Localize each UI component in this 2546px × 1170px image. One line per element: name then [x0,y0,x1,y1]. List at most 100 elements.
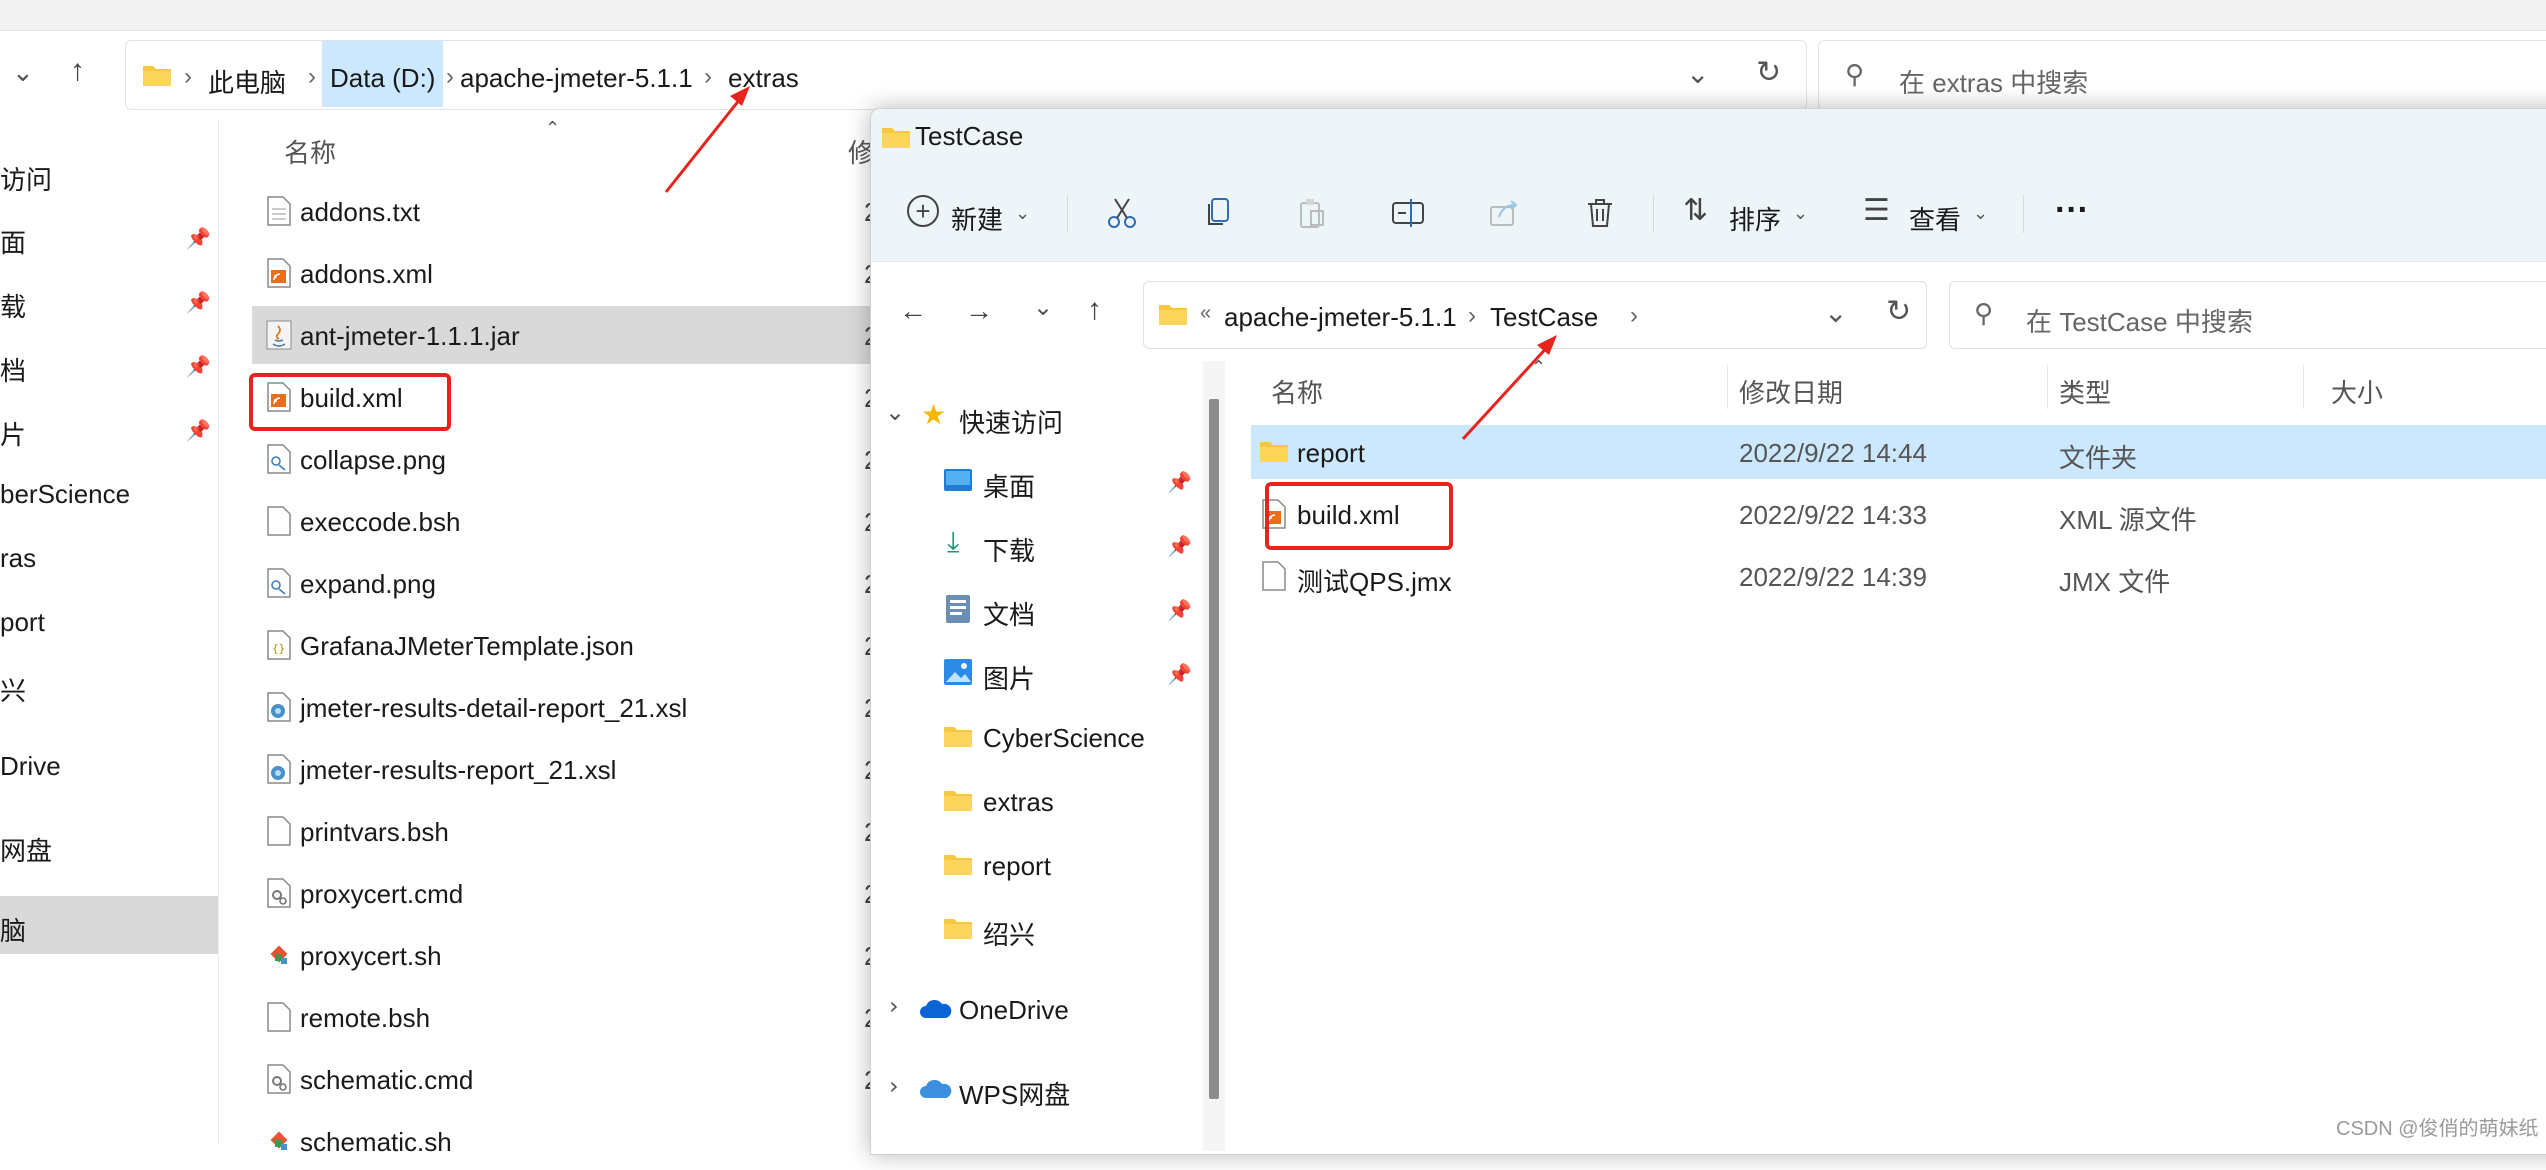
nav-scrollbar-thumb[interactable] [1209,399,1219,1099]
more-options-icon: ··· [2055,191,2089,229]
cmd-file-icon [267,1064,291,1094]
file-name: jmeter-results-detail-report_21.xsl [300,693,688,723]
recent-dropdown-icon[interactable]: ⌄ [12,58,34,88]
annotation-arrow-extras [664,86,750,193]
copy-button[interactable] [1189,185,1245,241]
column-header-date[interactable]: 修改日期 [1739,373,1843,410]
nav-item-shaoxing[interactable]: 绍兴 [871,900,1201,958]
pin-icon: 📌 [1167,600,1192,622]
file-type: JMX 文件 [2059,567,2171,597]
nav-item-extras[interactable]: ras [0,528,218,586]
nav-item-label: 桌面 [983,472,1036,502]
nav-item-documents[interactable]: 文档 📌 [871,580,1201,638]
new-button[interactable]: + 新建 ⌄ [903,185,1031,241]
nav-item-report[interactable]: port [0,592,218,650]
nav-item-desktop[interactable]: 面 📌 [0,208,218,266]
nav-item-label: WPS网盘 [959,1080,1071,1110]
cloud-icon [920,1079,952,1098]
back-tab-strip [0,0,2546,31]
nav-item-label: report [983,851,1051,881]
recent-dropdown-icon[interactable]: ⌄ [1033,293,1053,321]
nav-item-this-pc[interactable]: 脑 [0,896,218,954]
breadcrumb-data-drive[interactable]: Data (D:) [322,41,444,107]
command-bar: + 新建 ⌄ ⇅ 排序 ⌄ ☰ 查看 ⌄ ··· [871,165,2546,262]
nav-item-cyberscience[interactable]: CyberScience [871,708,1201,766]
delete-button[interactable] [1571,185,1627,241]
highlight-box-build-xml-front [1265,482,1453,550]
nav-item-label: 脑 [0,916,27,946]
column-header-type[interactable]: 类型 [2059,373,2111,410]
paste-icon [1300,199,1324,228]
pin-icon: 📌 [1167,536,1192,558]
folder-icon [1159,305,1187,325]
nav-item-label: port [0,607,45,637]
nav-item-shaoxing[interactable]: 兴 [0,656,218,714]
address-history-chevron-icon[interactable]: ⌄ [1824,296,1847,329]
nav-item-label: 文档 [983,600,1036,630]
nav-item-downloads[interactable]: ⤓ 下载 📌 [871,516,1201,574]
xsl-file-icon [267,754,291,784]
back-arrow-icon[interactable]: ← [899,295,927,327]
search-icon: ⚲ [1845,59,1865,89]
window-title: TestCase [915,121,1024,151]
expand-chevron-icon[interactable]: ⌄ [885,398,905,426]
folder-icon [143,66,171,86]
column-divider[interactable] [2303,365,2304,409]
expand-chevron-icon[interactable]: › [889,992,899,1020]
breadcrumb-this-pc[interactable]: 此电脑 [208,63,286,100]
refresh-icon[interactable]: ↻ [1886,294,1911,329]
search-placeholder[interactable]: 在 extras 中搜索 [1899,63,2088,100]
front-search-box[interactable]: ⚲ 在 TestCase 中搜索 [1949,281,2546,349]
nav-item-cyberscience[interactable]: berScience [0,464,218,522]
nav-item-wps[interactable]: 网盘 [0,816,218,874]
address-history-chevron-icon[interactable]: ⌄ [1686,57,1709,90]
search-placeholder[interactable]: 在 TestCase 中搜索 [2026,302,2253,339]
file-name: schematic.cmd [300,1065,474,1095]
pictures-icon [944,659,972,685]
sort-button[interactable]: ⇅ 排序 ⌄ [1679,185,1819,241]
nav-item-wps[interactable]: › WPS网盘 [871,1060,1201,1118]
nav-item-label: 片 [0,420,27,450]
view-list-icon: ☰ [1863,194,1890,227]
file-row-selected[interactable]: report 2022/9/22 14:44 文件夹 [1251,425,2546,479]
nav-item-report[interactable]: report [871,836,1201,894]
expand-chevron-icon[interactable]: › [889,1072,899,1100]
back-search-box[interactable]: ⚲ 在 extras 中搜索 [1818,40,2546,110]
column-divider[interactable] [1727,365,1728,409]
up-arrow-icon[interactable]: ↑ [1087,293,1102,327]
nav-item-onedrive[interactable]: › OneDrive [871,980,1201,1038]
file-row[interactable]: 测试QPS.jmx 2022/9/22 14:39 JMX 文件 [1251,549,2546,603]
refresh-icon[interactable]: ↻ [1756,55,1781,90]
rename-button[interactable] [1379,185,1435,241]
nav-item-onedrive[interactable]: Drive [0,736,218,794]
search-icon: ⚲ [1974,298,1994,328]
view-button[interactable]: ☰ 查看 ⌄ [1859,185,1999,241]
column-header-name[interactable]: 名称 [1271,373,1323,410]
nav-item-label: 下载 [983,536,1036,566]
column-divider[interactable] [2047,365,2048,409]
nav-item-label: 网盘 [0,836,53,866]
nav-item-quick-access[interactable]: 访问 [0,145,218,203]
back-address-bar[interactable]: › 此电脑 › Data (D:) › apache-jmeter-5.1.1 … [125,40,1807,110]
column-header-size[interactable]: 大小 [2331,373,2383,410]
nav-item-downloads[interactable]: 载 📌 [0,272,218,330]
pin-icon: 📌 [186,292,211,314]
chevron-down-icon: ⌄ [1973,203,1989,224]
more-options-button[interactable]: ··· [2045,185,2105,241]
breadcrumb-overflow[interactable]: « [1200,302,1211,325]
nav-item-extras[interactable]: extras [871,772,1201,830]
nav-item-pictures[interactable]: 片 📌 [0,400,218,458]
breadcrumb-apache-jmeter[interactable]: apache-jmeter-5.1.1 [1224,302,1457,333]
nav-item-quick-access[interactable]: ⌄ ★ 快速访问 [871,388,1201,446]
nav-item-desktop[interactable]: 桌面 📌 [871,452,1201,510]
forward-arrow-icon[interactable]: → [965,295,993,327]
nav-item-pictures[interactable]: 图片 📌 [871,644,1201,702]
up-arrow-icon[interactable]: ↑ [70,54,85,88]
nav-item-documents[interactable]: 档 📌 [0,336,218,394]
file-name: proxycert.cmd [300,879,464,909]
folder-icon [944,791,972,811]
text-file-icon [267,1002,291,1032]
view-button-label: 查看 [1909,205,1962,235]
column-header-name[interactable]: 名称 [284,133,336,170]
cut-button[interactable] [1093,185,1149,241]
